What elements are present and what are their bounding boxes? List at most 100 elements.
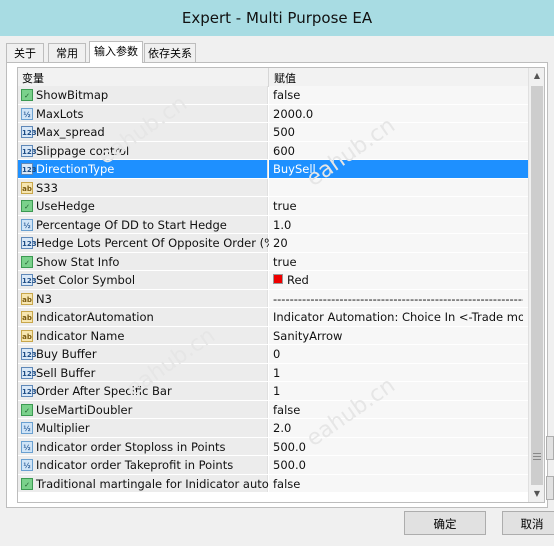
parameter-value-cell[interactable]: ----------------------------------------… bbox=[269, 289, 528, 307]
parameter-name: Multiplier bbox=[36, 421, 90, 435]
parameters-grid: 变量 赋值 ✓ ShowBitmap false ½ MaxLots 2000.0 123 M… bbox=[17, 67, 545, 503]
parameter-name-cell[interactable]: 123 DirectionType bbox=[18, 160, 268, 178]
parameter-row[interactable]: ½ Percentage Of DD to Start Hedge 1.0 bbox=[18, 215, 528, 234]
parameter-row[interactable]: ✓ Show Stat Info true bbox=[18, 252, 528, 271]
parameter-name: IndicatorAutomation bbox=[36, 310, 154, 324]
double-icon: ½ bbox=[21, 218, 33, 231]
scroll-thumb[interactable] bbox=[531, 86, 543, 485]
parameter-row[interactable]: 123 Sell Buffer 1 bbox=[18, 363, 528, 382]
int-icon: 123 bbox=[21, 163, 37, 175]
parameter-value-cell[interactable]: 0 bbox=[269, 345, 528, 363]
parameter-name-cell[interactable]: ✓ ShowBitmap bbox=[18, 86, 268, 104]
parameter-name-cell[interactable]: ab S33 bbox=[18, 178, 268, 196]
parameter-value-cell[interactable]: true bbox=[269, 197, 528, 215]
parameter-value-cell[interactable]: 20 bbox=[269, 234, 528, 252]
tab-about[interactable]: 关于 bbox=[6, 43, 44, 62]
parameter-row[interactable]: ½ Indicator order Stoploss in Points 500.0 bbox=[18, 437, 528, 456]
parameter-name-cell[interactable]: ab N3 bbox=[18, 289, 268, 307]
parameter-name-cell[interactable]: ✓ Traditional martingale for Inidicator a… bbox=[18, 474, 280, 492]
parameter-value-cell[interactable]: BuySell bbox=[269, 160, 528, 178]
inputs-panel: 变量 赋值 ✓ ShowBitmap false ½ MaxLots 2000.0 123 M… bbox=[6, 62, 548, 508]
tab-inputs[interactable]: 输入参数 bbox=[89, 41, 143, 63]
parameter-name-cell[interactable]: ½ Multiplier bbox=[18, 419, 268, 437]
parameter-name: Max_spread bbox=[36, 125, 105, 139]
parameter-row[interactable]: ✓ Traditional martingale for Inidicator a… bbox=[18, 474, 528, 493]
parameter-name-cell[interactable]: ✓ UseHedge bbox=[18, 197, 268, 215]
parameter-row[interactable]: 123 Buy Buffer 0 bbox=[18, 345, 528, 364]
parameter-value: 600 bbox=[273, 143, 295, 158]
parameter-value: ----------------------------------------… bbox=[273, 291, 523, 306]
parameter-row[interactable]: 123 DirectionType BuySell bbox=[18, 160, 528, 179]
parameter-value-cell[interactable]: Indicator Automation: Choice In <-Trade … bbox=[269, 308, 528, 326]
parameter-row[interactable]: 123 Hedge Lots Percent Of Opposite Order … bbox=[18, 234, 528, 253]
ok-button[interactable]: 确定 bbox=[404, 511, 486, 535]
parameter-value-cell[interactable] bbox=[269, 178, 528, 196]
parameter-row[interactable]: ½ MaxLots 2000.0 bbox=[18, 104, 528, 123]
parameter-row[interactable]: ab Indicator Name SanityArrow bbox=[18, 326, 528, 345]
int-icon: 123 bbox=[21, 366, 37, 379]
parameter-row[interactable]: ab S33 bbox=[18, 178, 528, 197]
parameter-name-cell[interactable]: 123 Hedge Lots Percent Of Opposite Order … bbox=[18, 234, 279, 252]
parameter-value: 20 bbox=[273, 236, 288, 250]
int-icon: 123 bbox=[21, 144, 37, 157]
scroll-up-arrow-icon[interactable]: ▲ bbox=[529, 68, 544, 84]
parameter-name-cell[interactable]: 123 Slippage control bbox=[18, 141, 268, 159]
parameter-row[interactable]: ✓ UseMartiDoubler false bbox=[18, 400, 528, 419]
parameter-row[interactable]: ab IndicatorAutomation Indicator Automatio… bbox=[18, 308, 528, 327]
parameter-row[interactable]: ½ Multiplier 2.0 bbox=[18, 419, 528, 438]
scroll-down-arrow-icon[interactable]: ▼ bbox=[529, 486, 544, 502]
parameter-name-cell[interactable]: 123 Order After Specific Bar bbox=[18, 382, 268, 400]
tab-common[interactable]: 常用 bbox=[48, 43, 86, 62]
parameter-name-cell[interactable]: ½ MaxLots bbox=[18, 104, 268, 122]
parameter-value-cell[interactable]: 600 bbox=[269, 141, 528, 159]
parameter-row[interactable]: ab N3 ------------------------------------… bbox=[18, 289, 528, 308]
parameter-name: Slippage control bbox=[36, 143, 130, 158]
cancel-button[interactable]: 取消 bbox=[502, 511, 554, 535]
side-button[interactable] bbox=[546, 436, 554, 460]
column-divider[interactable] bbox=[268, 68, 269, 86]
vertical-scrollbar[interactable]: ▲ ▼ bbox=[528, 68, 544, 502]
parameter-value-cell[interactable]: Red bbox=[269, 271, 528, 289]
parameter-value-cell[interactable]: false bbox=[269, 400, 528, 418]
parameter-row[interactable]: 123 Order After Specific Bar 1 bbox=[18, 382, 528, 401]
parameter-name: UseMartiDoubler bbox=[36, 402, 133, 417]
column-header-value[interactable]: 赋值 bbox=[274, 70, 296, 86]
column-header-variable[interactable]: 变量 bbox=[22, 70, 44, 86]
parameter-name-cell[interactable]: ab Indicator Name bbox=[18, 326, 268, 344]
parameter-name: Indicator order Takeprofit in Points bbox=[36, 458, 234, 472]
side-button[interactable] bbox=[546, 476, 554, 500]
parameter-row[interactable]: ½ Indicator order Takeprofit in Points 500… bbox=[18, 456, 528, 475]
parameter-value-cell[interactable]: 1 bbox=[269, 363, 528, 381]
parameter-name-cell[interactable]: ½ Percentage Of DD to Start Hedge bbox=[18, 215, 268, 233]
parameter-name-cell[interactable]: 123 Max_spread bbox=[18, 123, 268, 141]
parameter-value-cell[interactable]: SanityArrow bbox=[269, 326, 528, 344]
parameter-value: 0 bbox=[273, 347, 281, 361]
parameter-value-cell[interactable]: false bbox=[269, 86, 528, 104]
parameter-row[interactable]: 123 Slippage control 600 bbox=[18, 141, 528, 160]
parameter-value-cell[interactable]: 2000.0 bbox=[269, 104, 528, 122]
double-icon: ½ bbox=[21, 440, 33, 453]
parameter-name-cell[interactable]: ✓ UseMartiDoubler bbox=[18, 400, 268, 418]
parameter-name-cell[interactable]: ab IndicatorAutomation bbox=[18, 308, 268, 326]
parameter-name-cell[interactable]: ✓ Show Stat Info bbox=[18, 252, 268, 270]
parameter-value-cell[interactable]: false bbox=[269, 474, 528, 492]
parameter-name-cell[interactable]: 123 Set Color Symbol bbox=[18, 271, 268, 289]
parameter-value-cell[interactable]: 1.0 bbox=[269, 215, 528, 233]
parameter-value-cell[interactable]: 500.0 bbox=[269, 456, 528, 474]
parameter-value-cell[interactable]: 500 bbox=[269, 123, 528, 141]
tab-dependencies[interactable]: 依存关系 bbox=[144, 43, 196, 62]
parameter-value-cell[interactable]: 1 bbox=[269, 382, 528, 400]
parameter-name-cell[interactable]: ½ Indicator order Stoploss in Points bbox=[18, 437, 268, 455]
parameter-name-cell[interactable]: 123 Buy Buffer bbox=[18, 345, 268, 363]
parameter-value-cell[interactable]: 2.0 bbox=[269, 419, 528, 437]
parameter-row[interactable]: ✓ UseHedge true bbox=[18, 197, 528, 216]
parameter-value-cell[interactable]: true bbox=[269, 252, 528, 270]
parameter-row[interactable]: 123 Max_spread 500 bbox=[18, 123, 528, 142]
parameter-name-cell[interactable]: 123 Sell Buffer bbox=[18, 363, 268, 381]
parameter-row[interactable]: 123 Set Color Symbol Red bbox=[18, 271, 528, 290]
parameter-value: false bbox=[273, 402, 301, 417]
parameter-value-cell[interactable]: 500.0 bbox=[269, 437, 528, 455]
parameter-name-cell[interactable]: ½ Indicator order Takeprofit in Points bbox=[18, 456, 268, 474]
parameter-row[interactable]: ✓ ShowBitmap false bbox=[18, 86, 528, 105]
parameter-value: SanityArrow bbox=[273, 328, 343, 343]
